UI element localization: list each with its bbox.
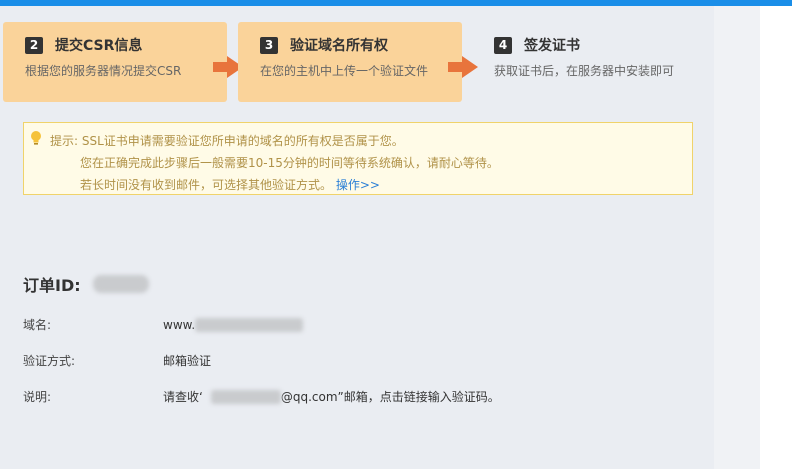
other-verification-link[interactable]: 操作>> bbox=[336, 178, 380, 192]
domain-redacted bbox=[195, 317, 304, 332]
verification-method-row: 验证方式: 邮箱验证 bbox=[23, 352, 211, 369]
step-description: 根据您的服务器情况提交CSR bbox=[25, 64, 182, 78]
tip-box: 提示: SSL证书申请需要验证您所申请的域名的所有权是否属于您。 您在正确完成此… bbox=[23, 122, 693, 195]
step-number-badge: 3 bbox=[260, 36, 278, 54]
note-text-after: ”邮箱，点击链接输入验证码。 bbox=[337, 390, 500, 404]
note-row: 说明: 请查收‘ @qq.com ”邮箱，点击链接输入验证码。 bbox=[23, 388, 500, 405]
step-verify-domain: 3 验证域名所有权 在您的主机中上传一个验证文件 bbox=[238, 22, 462, 102]
order-id-label: 订单ID: bbox=[23, 276, 81, 295]
step-description: 获取证书后，在服务器中安装即可 bbox=[494, 64, 675, 78]
verification-method-label: 验证方式: bbox=[23, 354, 76, 368]
note-label: 说明: bbox=[23, 390, 52, 404]
domain-label: 域名: bbox=[23, 318, 52, 332]
tip-prefix: 提示: bbox=[50, 134, 79, 148]
email-redacted bbox=[210, 389, 281, 404]
step-submit-csr: 2 提交CSR信息 根据您的服务器情况提交CSR bbox=[3, 22, 227, 102]
step-number-badge: 2 bbox=[25, 36, 43, 54]
email-suffix: @qq.com bbox=[280, 389, 338, 404]
lightbulb-icon bbox=[31, 131, 41, 145]
order-id-row: 订单ID: bbox=[23, 272, 149, 296]
right-side-panel bbox=[760, 6, 792, 469]
tip-text-line2: 您在正确完成此步骤后一般需要10-15分钟的时间等待系统确认，请耐心等待。 bbox=[80, 156, 499, 170]
step-description: 在您的主机中上传一个验证文件 bbox=[260, 64, 429, 78]
domain-prefix: www. bbox=[163, 317, 196, 332]
verification-method-value: 邮箱验证 bbox=[163, 354, 212, 368]
domain-row: 域名: www. bbox=[23, 316, 304, 333]
step-title: 验证域名所有权 bbox=[290, 38, 388, 54]
step-title: 提交CSR信息 bbox=[55, 38, 143, 54]
step-number-badge: 4 bbox=[494, 36, 512, 54]
note-text-before: 请查收‘ bbox=[163, 390, 203, 404]
tip-text-line1: SSL证书申请需要验证您所申请的域名的所有权是否属于您。 bbox=[81, 134, 404, 148]
step-title: 签发证书 bbox=[524, 38, 580, 54]
tip-text-line3: 若长时间没有收到邮件，可选择其他验证方式。 bbox=[80, 178, 333, 192]
order-id-redacted bbox=[92, 275, 149, 293]
step-issue-certificate: 4 签发证书 获取证书后，在服务器中安装即可 bbox=[472, 22, 712, 102]
main-content: 2 提交CSR信息 根据您的服务器情况提交CSR 3 验证域名所有权 在您的主机… bbox=[0, 6, 714, 469]
